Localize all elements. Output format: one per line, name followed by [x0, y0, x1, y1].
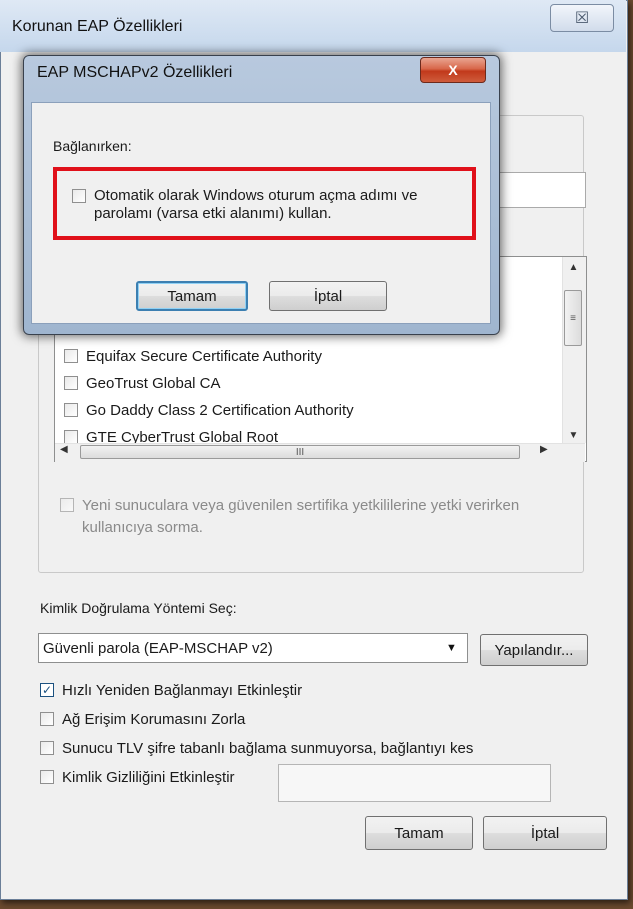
no-prompt-label: Yeni sunuculara veya güvenilen sertifika… [82, 497, 520, 536]
inner-close-button[interactable]: X [420, 57, 486, 83]
connecting-label: Bağlanırken: [53, 138, 132, 154]
checkbox-icon[interactable]: ✓ [40, 683, 54, 697]
checkbox-icon[interactable] [64, 376, 78, 390]
inner-ok-button[interactable]: Tamam [136, 281, 248, 311]
cert-item-geotrust[interactable]: GeoTrust Global CA [64, 372, 221, 394]
inner-dialog-title: EAP MSCHAPv2 Özellikleri [37, 64, 233, 81]
option-label: Hızlı Yeniden Bağlanmayı Etkinleştir [62, 681, 303, 699]
outer-dialog-title: Korunan EAP Özellikleri [12, 18, 183, 35]
no-prompt-option[interactable]: Yeni sunuculara veya güvenilen sertifika… [60, 495, 560, 539]
cert-item-label: GeoTrust Global CA [86, 374, 221, 392]
vertical-scroll-thumb[interactable]: ≡ [564, 290, 582, 346]
option-label: Ağ Erişim Korumasını Zorla [62, 710, 246, 728]
checkbox-icon[interactable] [72, 189, 86, 203]
fast-reconnect-option[interactable]: ✓ Hızlı Yeniden Bağlanmayı Etkinleştir [40, 679, 302, 701]
checkbox-icon[interactable] [64, 403, 78, 417]
horizontal-scroll-thumb[interactable]: III [80, 445, 520, 459]
grip-icon: ≡ [570, 312, 576, 324]
checkbox-icon[interactable] [40, 741, 54, 755]
outer-cancel-button[interactable]: İptal [483, 816, 607, 850]
close-icon: ☒ [574, 10, 590, 27]
checkbox-icon[interactable] [40, 712, 54, 726]
cert-item-label: Go Daddy Class 2 Certification Authority [86, 401, 354, 419]
auth-method-value: Güvenli parola (EAP-MSCHAP v2) [43, 639, 273, 657]
nap-option[interactable]: Ağ Erişim Korumasını Zorla [40, 708, 245, 730]
check-icon: ✓ [41, 683, 53, 697]
chevron-down-icon[interactable]: ▼ [446, 642, 457, 654]
close-icon: X [448, 62, 458, 78]
outer-close-button[interactable]: ☒ [550, 4, 614, 32]
scroll-right-icon[interactable]: ▶ [540, 444, 548, 455]
cert-item-godaddy[interactable]: Go Daddy Class 2 Certification Authority [64, 399, 354, 421]
cert-item-label: Equifax Secure Certificate Authority [86, 347, 322, 365]
option-label: Kimlik Gizliliğini Etkinleştir [62, 768, 235, 786]
auth-method-label: Kimlik Doğrulama Yöntemi Seç: [40, 600, 237, 616]
checkbox-icon[interactable] [60, 498, 74, 512]
scroll-up-icon[interactable]: ▲ [562, 262, 585, 280]
identity-privacy-option[interactable]: Kimlik Gizliliğini Etkinleştir [40, 766, 235, 788]
tlv-disconnect-option[interactable]: Sunucu TLV şifre tabanlı bağlama sunmuyo… [40, 737, 473, 759]
auth-method-select[interactable]: Güvenli parola (EAP-MSCHAP v2) [38, 633, 468, 663]
scroll-left-icon[interactable]: ◀ [60, 444, 68, 455]
vertical-scrollbar[interactable] [562, 257, 586, 443]
configure-button[interactable]: Yapılandır... [480, 634, 588, 666]
scroll-down-icon[interactable]: ▼ [562, 430, 585, 444]
checkbox-icon[interactable] [40, 770, 54, 784]
option-label: Sunucu TLV şifre tabanlı bağlama sunmuyo… [62, 739, 474, 757]
cert-item-equifax[interactable]: Equifax Secure Certificate Authority [64, 345, 322, 367]
identity-privacy-field[interactable] [278, 764, 551, 802]
checkbox-icon[interactable] [64, 349, 78, 363]
outer-ok-button[interactable]: Tamam [365, 816, 473, 850]
auto-logon-option[interactable]: Otomatik olarak Windows oturum açma adım… [72, 187, 468, 223]
checkbox-icon[interactable] [64, 430, 78, 444]
auto-logon-label: Otomatik olarak Windows oturum açma adım… [94, 187, 418, 222]
inner-cancel-button[interactable]: İptal [269, 281, 387, 311]
grip-icon: III [295, 446, 305, 458]
